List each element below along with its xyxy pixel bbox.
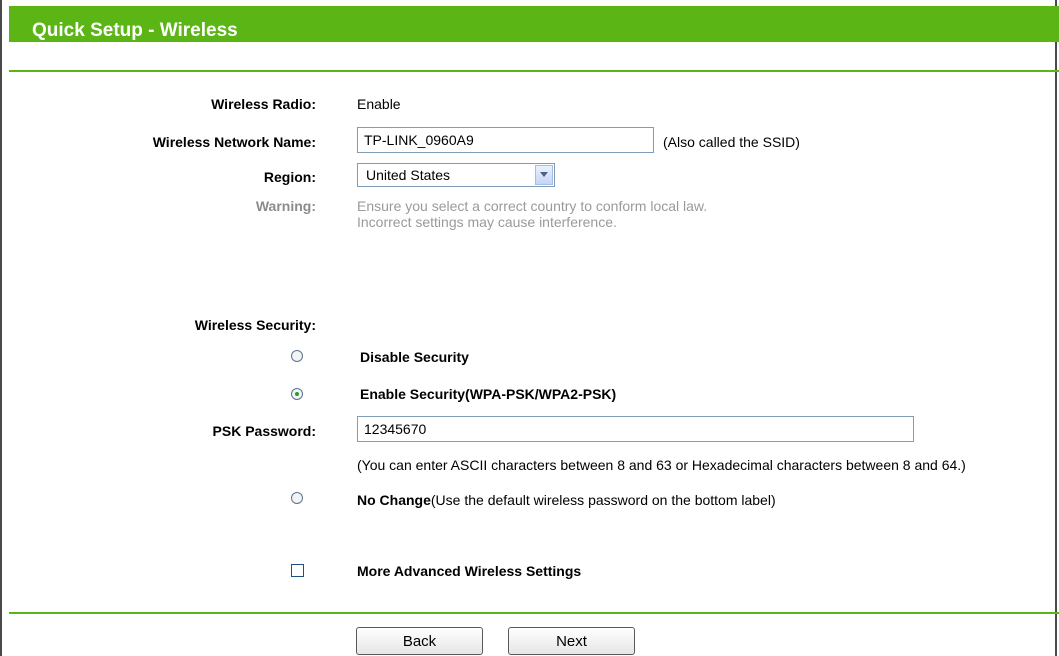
warning-label: Warning:: [255, 198, 316, 214]
wireless-radio-label: Wireless Radio:: [211, 96, 316, 112]
page-title: Quick Setup - Wireless: [32, 20, 238, 41]
back-button[interactable]: Back: [356, 627, 483, 655]
disable-security-label: Disable Security: [360, 349, 469, 365]
region-select[interactable]: United States: [357, 163, 555, 187]
top-divider: [9, 70, 1059, 72]
title-bar: Quick Setup - Wireless: [9, 6, 1059, 42]
network-name-label: Wireless Network Name:: [152, 134, 316, 150]
disable-security-radio[interactable]: [291, 350, 303, 362]
bottom-divider: [9, 612, 1059, 614]
enable-security-radio[interactable]: [291, 388, 303, 400]
ssid-hint: (Also called the SSID): [663, 134, 800, 150]
advanced-settings-label: More Advanced Wireless Settings: [357, 563, 582, 579]
warning-text-line1: Ensure you select a correct country to c…: [357, 198, 708, 214]
advanced-settings-checkbox[interactable]: [291, 564, 304, 577]
no-change-radio[interactable]: [291, 492, 303, 504]
wireless-security-label: Wireless Security:: [194, 317, 316, 333]
enable-security-label: Enable Security(WPA-PSK/WPA2-PSK): [360, 386, 617, 402]
next-button[interactable]: Next: [508, 627, 635, 655]
no-change-bold: No Change: [357, 492, 431, 508]
no-change-label: No Change(Use the default wireless passw…: [357, 492, 776, 508]
psk-password-label: PSK Password:: [212, 423, 316, 439]
network-name-input[interactable]: [357, 127, 654, 153]
wireless-radio-value: Enable: [357, 96, 401, 112]
no-change-description: (Use the default wireless password on th…: [430, 492, 776, 508]
page-frame: [0, 0, 1057, 656]
psk-password-input[interactable]: [357, 416, 914, 442]
warning-text-line2: Incorrect settings may cause interferenc…: [357, 214, 617, 230]
region-selected-value: United States: [366, 167, 451, 183]
psk-hint: (You can enter ASCII characters between …: [357, 457, 966, 473]
region-label: Region:: [263, 169, 316, 185]
chevron-down-icon[interactable]: [535, 165, 553, 185]
